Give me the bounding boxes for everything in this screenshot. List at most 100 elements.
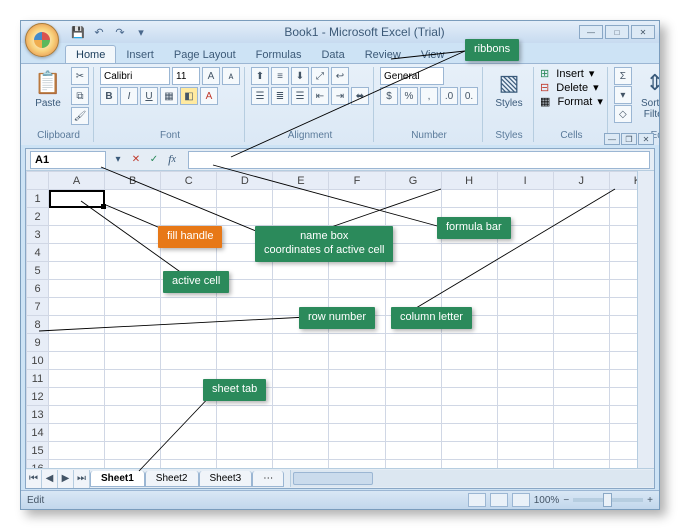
wrap-text-button[interactable]: ↩ xyxy=(331,67,349,85)
clear-button[interactable]: ◇ xyxy=(614,105,632,123)
column-header[interactable]: H xyxy=(441,172,497,190)
tab-home[interactable]: Home xyxy=(65,45,116,63)
align-center-button[interactable]: ≣ xyxy=(271,87,289,105)
fill-color-button[interactable]: ◧ xyxy=(180,87,198,105)
column-header[interactable]: B xyxy=(105,172,161,190)
row-header[interactable]: 3 xyxy=(27,226,49,244)
namebox-dropdown-icon[interactable]: ▾ xyxy=(110,152,126,168)
fill-button[interactable]: ▾ xyxy=(614,86,632,104)
formula-bar[interactable] xyxy=(188,151,650,169)
undo-icon[interactable]: ↶ xyxy=(90,23,108,41)
decrease-indent-button[interactable]: ⇤ xyxy=(311,87,329,105)
column-header[interactable]: E xyxy=(273,172,329,190)
align-top-button[interactable]: ⬆ xyxy=(251,67,269,85)
zoom-out-button[interactable]: − xyxy=(563,495,569,506)
styles-button[interactable]: ▧ Styles xyxy=(489,67,529,111)
vertical-scrollbar[interactable] xyxy=(637,171,654,468)
enter-formula-button[interactable]: ✓ xyxy=(146,152,162,168)
format-painter-button[interactable]: 🖌 xyxy=(71,107,89,125)
new-sheet-button[interactable]: ⋯ xyxy=(252,471,284,487)
insert-function-button[interactable]: fx xyxy=(164,152,180,168)
autosum-button[interactable]: Σ xyxy=(614,67,632,85)
cut-button[interactable]: ✂ xyxy=(71,67,89,85)
border-button[interactable]: ▦ xyxy=(160,87,178,105)
align-bottom-button[interactable]: ⬇ xyxy=(291,67,309,85)
decrease-font-button[interactable]: ᴀ xyxy=(222,67,240,85)
tab-formulas[interactable]: Formulas xyxy=(246,46,312,63)
align-middle-button[interactable]: ≡ xyxy=(271,67,289,85)
sheet-tab[interactable]: Sheet3 xyxy=(199,471,253,487)
italic-button[interactable]: I xyxy=(120,87,138,105)
column-header[interactable]: J xyxy=(553,172,609,190)
normal-view-button[interactable] xyxy=(468,493,486,507)
column-header[interactable]: C xyxy=(161,172,217,190)
column-header[interactable]: F xyxy=(329,172,385,190)
page-layout-view-button[interactable] xyxy=(490,493,508,507)
row-header[interactable]: 11 xyxy=(27,370,49,388)
column-header[interactable]: K xyxy=(609,172,637,190)
currency-button[interactable]: $ xyxy=(380,87,398,105)
row-header[interactable]: 13 xyxy=(27,406,49,424)
tab-insert[interactable]: Insert xyxy=(116,46,164,63)
tab-review[interactable]: Review xyxy=(355,46,411,63)
tab-page-layout[interactable]: Page Layout xyxy=(164,46,246,63)
align-right-button[interactable]: ☰ xyxy=(291,87,309,105)
prev-sheet-button[interactable]: ◀ xyxy=(42,470,58,488)
paste-button[interactable]: 📋 Paste xyxy=(28,67,68,111)
column-header[interactable]: A xyxy=(49,172,105,190)
column-header[interactable]: G xyxy=(385,172,441,190)
insert-cells-button[interactable]: ⊞ Insert ▾ xyxy=(540,67,594,80)
column-header[interactable]: I xyxy=(497,172,553,190)
increase-decimal-button[interactable]: .0 xyxy=(440,87,458,105)
font-color-button[interactable]: A xyxy=(200,87,218,105)
number-format-combo[interactable]: General xyxy=(380,67,444,85)
workbook-minimize[interactable]: — xyxy=(604,133,620,145)
sort-filter-button[interactable]: ⇕ Sort & Filter xyxy=(635,67,660,122)
underline-button[interactable]: U xyxy=(140,87,158,105)
row-header[interactable]: 10 xyxy=(27,352,49,370)
decrease-decimal-button[interactable]: 0. xyxy=(460,87,478,105)
minimize-button[interactable]: — xyxy=(579,25,603,39)
workbook-close[interactable]: ✕ xyxy=(638,133,654,145)
row-header[interactable]: 15 xyxy=(27,442,49,460)
comma-button[interactable]: , xyxy=(420,87,438,105)
sheet-tab[interactable]: Sheet2 xyxy=(145,471,199,487)
merge-button[interactable]: ⬌ xyxy=(351,87,369,105)
bold-button[interactable]: B xyxy=(100,87,118,105)
row-header[interactable]: 7 xyxy=(27,298,49,316)
copy-button[interactable]: ⧉ xyxy=(71,87,89,105)
next-sheet-button[interactable]: ▶ xyxy=(58,470,74,488)
percent-button[interactable]: % xyxy=(400,87,418,105)
row-header[interactable]: 6 xyxy=(27,280,49,298)
office-button[interactable] xyxy=(25,23,59,57)
name-box[interactable]: A1 xyxy=(30,151,106,169)
qat-dropdown-icon[interactable]: ▾ xyxy=(132,23,150,41)
increase-font-button[interactable]: A xyxy=(202,67,220,85)
row-header[interactable]: 4 xyxy=(27,244,49,262)
redo-icon[interactable]: ↷ xyxy=(111,23,129,41)
row-header[interactable]: 14 xyxy=(27,424,49,442)
row-header[interactable]: 12 xyxy=(27,388,49,406)
cell-a1[interactable] xyxy=(49,190,105,208)
cancel-formula-button[interactable]: ✕ xyxy=(128,152,144,168)
row-header[interactable]: 5 xyxy=(27,262,49,280)
last-sheet-button[interactable]: ⏭ xyxy=(74,470,90,488)
fill-handle[interactable] xyxy=(101,204,106,209)
save-icon[interactable]: 💾 xyxy=(69,23,87,41)
row-header[interactable]: 8 xyxy=(27,316,49,334)
tab-data[interactable]: Data xyxy=(311,46,354,63)
select-all-corner[interactable] xyxy=(27,172,49,190)
row-header[interactable]: 2 xyxy=(27,208,49,226)
align-left-button[interactable]: ☰ xyxy=(251,87,269,105)
increase-indent-button[interactable]: ⇥ xyxy=(331,87,349,105)
zoom-in-button[interactable]: + xyxy=(647,495,653,506)
row-header[interactable]: 9 xyxy=(27,334,49,352)
orientation-button[interactable]: ⤢ xyxy=(311,67,329,85)
page-break-view-button[interactable] xyxy=(512,493,530,507)
workbook-restore[interactable]: ❐ xyxy=(621,133,637,145)
format-cells-button[interactable]: ▦ Format ▾ xyxy=(540,95,603,108)
delete-cells-button[interactable]: ⊟ Delete ▾ xyxy=(540,81,599,94)
zoom-slider[interactable] xyxy=(573,498,643,502)
font-size-combo[interactable]: 11 xyxy=(172,67,200,85)
close-button[interactable]: ✕ xyxy=(631,25,655,39)
